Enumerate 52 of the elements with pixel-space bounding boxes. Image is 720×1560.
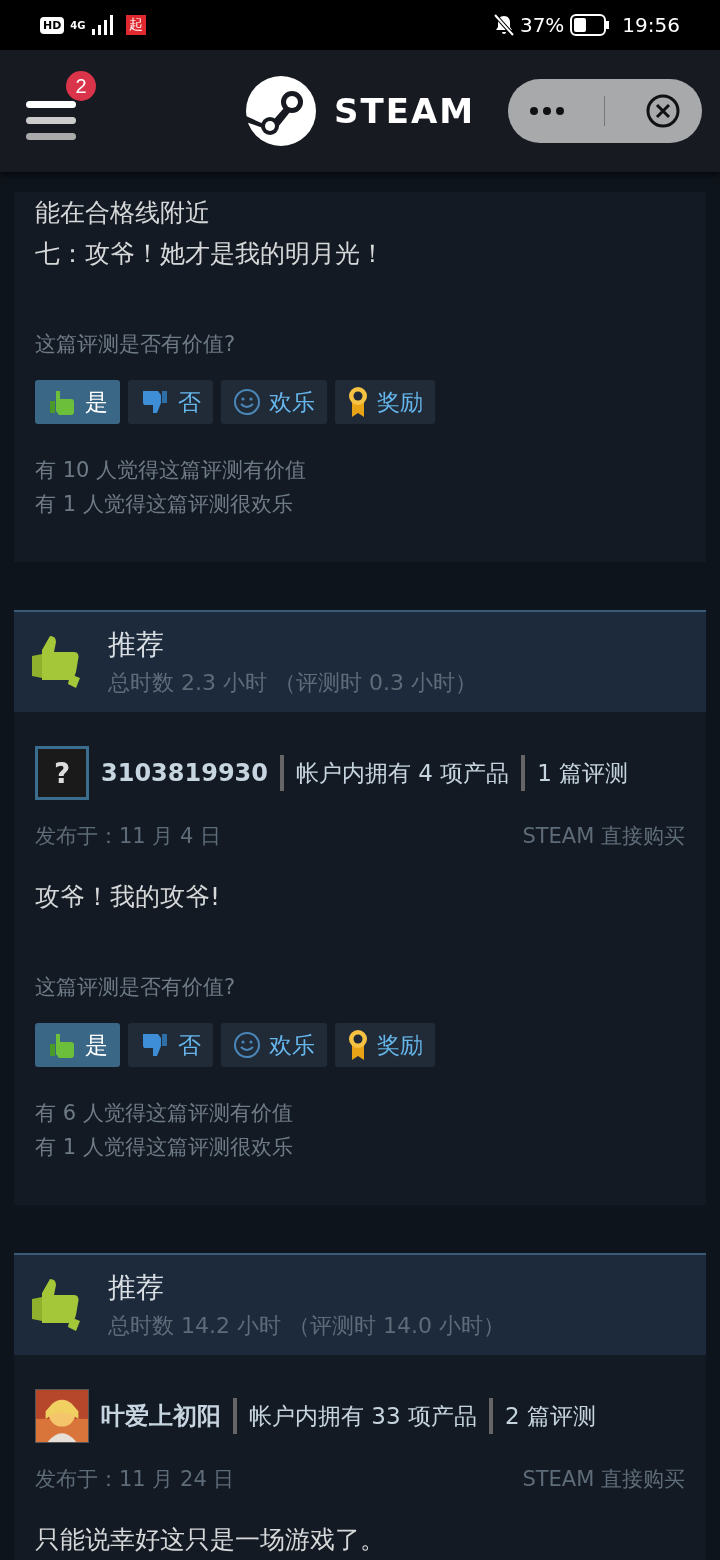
hd-indicator: HD: [40, 16, 65, 34]
yes-vote-button[interactable]: 是: [35, 380, 120, 424]
award-vote-button[interactable]: 奖励: [335, 380, 435, 424]
award-ribbon-icon: [347, 1029, 369, 1061]
vote-summary: 有 10 人觉得这篇评测有价值: [35, 457, 308, 484]
helpful-prompt: 这篇评测是否有价值?: [35, 974, 237, 1001]
playtime: 总时数 2.3 小时 （评测时 0.3 小时）: [108, 669, 477, 697]
steam-wordmark: STEAM: [334, 91, 476, 131]
app-notification: 起: [125, 15, 146, 35]
verdict-label: 推荐: [108, 627, 165, 663]
menu-icon: [26, 99, 78, 143]
vote-summary: 有 1 人觉得这篇评测很欢乐: [35, 1134, 294, 1161]
avatar[interactable]: ?: [35, 746, 89, 800]
smiley-icon: [233, 388, 261, 416]
verdict-label: 推荐: [108, 1270, 165, 1306]
award-vote-button[interactable]: 奖励: [335, 1023, 435, 1067]
posted-date: 发布于：11 月 24 日: [35, 1466, 235, 1493]
author-name[interactable]: 3103819930: [101, 759, 268, 787]
award-ribbon-icon: [347, 386, 369, 418]
purchase-source: STEAM 直接购买: [522, 823, 685, 850]
close-icon: [645, 94, 680, 128]
review-count: 1 篇评测: [537, 758, 629, 788]
product-count: 帐户内拥有 33 项产品: [249, 1401, 477, 1431]
smiley-icon: [233, 1031, 261, 1059]
menu-button[interactable]: 2: [26, 71, 98, 147]
notification-badge: 2: [66, 71, 96, 101]
review-text: 只能说幸好这只是一场游戏了。: [35, 1524, 386, 1556]
product-count: 帐户内拥有 4 项产品: [296, 758, 510, 788]
review-text: 七：攻爷！她才是我的明月光！: [35, 238, 386, 270]
clock: 19:56: [622, 13, 680, 37]
review-text: 攻爷！我的攻爷!: [35, 881, 222, 913]
review-count: 2 篇评测: [504, 1401, 596, 1431]
vote-summary: 有 1 人觉得这篇评测很欢乐: [35, 491, 294, 518]
signal-icon: [91, 15, 116, 35]
battery-percent: 37%: [519, 13, 565, 37]
author-name[interactable]: 叶爱上初阳: [101, 1400, 221, 1432]
helpful-prompt: 这篇评测是否有价值?: [35, 331, 237, 358]
funny-vote-button[interactable]: 欢乐: [221, 1023, 327, 1067]
yes-vote-button[interactable]: 是: [35, 1023, 120, 1067]
more-icon: [530, 107, 565, 115]
purchase-source: STEAM 直接购买: [522, 1466, 685, 1493]
vote-summary: 有 6 人觉得这篇评测有价值: [35, 1100, 294, 1127]
network-type: 4G: [70, 19, 86, 31]
playtime: 总时数 14.2 小时 （评测时 14.0 小时）: [108, 1312, 505, 1340]
posted-date: 发布于：11 月 4 日: [35, 823, 222, 850]
battery-icon: [570, 14, 611, 36]
bell-muted-icon: [493, 14, 514, 36]
review-text: 能在合格线附近: [35, 197, 211, 229]
steam-logo-icon: [246, 76, 316, 146]
no-vote-button[interactable]: 否: [128, 1023, 213, 1067]
funny-vote-button[interactable]: 欢乐: [221, 380, 327, 424]
no-vote-button[interactable]: 否: [128, 380, 213, 424]
